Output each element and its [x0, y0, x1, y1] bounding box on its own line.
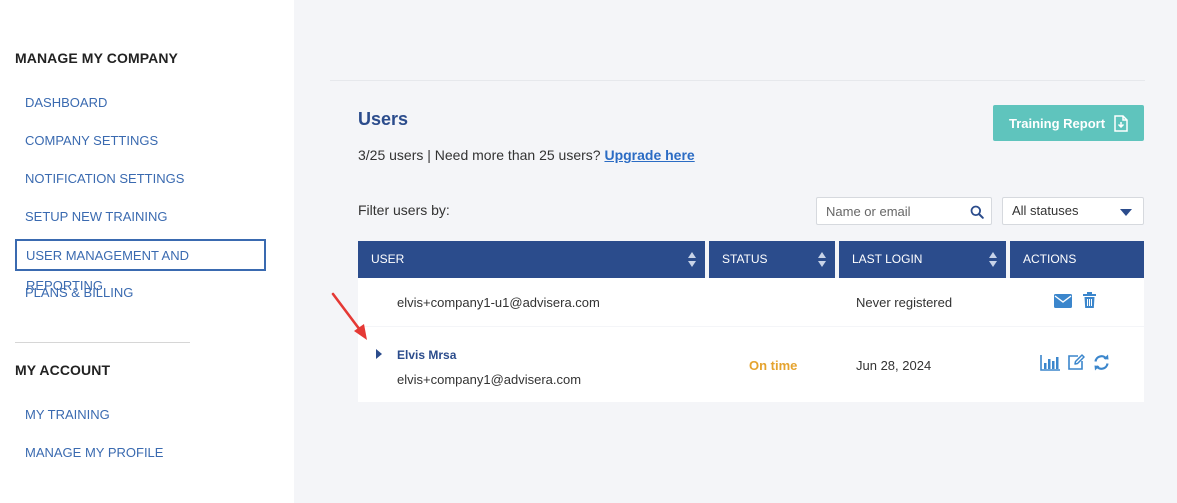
sidebar: MANAGE MY COMPANY DASHBOARD COMPANY SETT…	[0, 0, 294, 503]
section-title-my-account: MY ACCOUNT	[15, 362, 111, 378]
edit-icon[interactable]	[1067, 354, 1085, 371]
sidebar-item-company-settings[interactable]: COMPANY SETTINGS	[15, 126, 266, 158]
column-header-user[interactable]: USER	[358, 241, 705, 278]
section-title-manage-company: MANAGE MY COMPANY	[15, 50, 178, 66]
status-badge: On time	[749, 358, 798, 373]
training-report-label: Training Report	[1008, 115, 1106, 131]
column-label-user: USER	[371, 252, 405, 266]
refresh-icon[interactable]	[1093, 354, 1110, 371]
user-email: elvis+company1-u1@advisera.com	[397, 295, 600, 310]
column-label-last-login: LAST LOGIN	[852, 252, 923, 266]
sidebar-item-setup-new-training[interactable]: SETUP NEW TRAINING	[15, 202, 266, 234]
column-header-last-login[interactable]: LAST LOGIN	[839, 241, 1006, 278]
sort-icon	[688, 252, 696, 268]
header-divider	[330, 80, 1145, 81]
file-download-icon	[1114, 114, 1128, 132]
expand-row-icon[interactable]	[376, 349, 382, 359]
bar-chart-icon[interactable]	[1040, 355, 1060, 371]
sidebar-item-my-training[interactable]: MY TRAINING	[15, 400, 266, 432]
sort-icon	[818, 252, 826, 268]
training-report-button[interactable]: Training Report	[993, 105, 1144, 141]
user-name[interactable]: Elvis Mrsa	[397, 348, 456, 362]
annotation-arrow-icon	[331, 292, 367, 340]
last-login: Never registered	[856, 295, 953, 310]
column-header-actions: ACTIONS	[1010, 241, 1144, 278]
users-count-text: 3/25 users | Need more than 25 users?	[358, 147, 605, 163]
table-row: Elvis Mrsa elvis+company1@advisera.com O…	[358, 327, 1144, 402]
chevron-down-icon	[1120, 209, 1132, 216]
sidebar-item-notification-settings[interactable]: NOTIFICATION SETTINGS	[15, 164, 266, 196]
table-row: elvis+company1-u1@advisera.com Never reg…	[358, 278, 1144, 326]
search-field	[816, 197, 992, 225]
sidebar-item-dashboard[interactable]: DASHBOARD	[15, 88, 266, 120]
column-label-actions: ACTIONS	[1023, 252, 1077, 266]
sidebar-divider	[15, 342, 190, 343]
column-header-status[interactable]: STATUS	[709, 241, 835, 278]
upgrade-link[interactable]: Upgrade here	[604, 147, 694, 163]
filter-label: Filter users by:	[358, 202, 450, 218]
search-icon[interactable]	[970, 205, 984, 219]
sidebar-item-user-management[interactable]: USER MANAGEMENT AND REPORTING	[15, 239, 266, 293]
page-title: Users	[358, 109, 409, 129]
user-email: elvis+company1@advisera.com	[397, 372, 582, 387]
users-count: 3/25 users | Need more than 25 users? Up…	[358, 147, 695, 163]
envelope-icon[interactable]	[1054, 294, 1072, 308]
search-input[interactable]	[817, 198, 991, 224]
column-label-status: STATUS	[722, 252, 768, 266]
status-filter-value: All statuses	[1012, 203, 1079, 218]
sidebar-item-plans-billing[interactable]: PLANS & BILLING	[15, 278, 266, 310]
last-login: Jun 28, 2024	[856, 358, 932, 373]
sort-icon	[989, 252, 997, 268]
status-filter-select[interactable]: All statuses	[1002, 197, 1144, 225]
sidebar-item-manage-profile[interactable]: MANAGE MY PROFILE	[15, 438, 266, 470]
trash-icon[interactable]	[1083, 292, 1096, 308]
